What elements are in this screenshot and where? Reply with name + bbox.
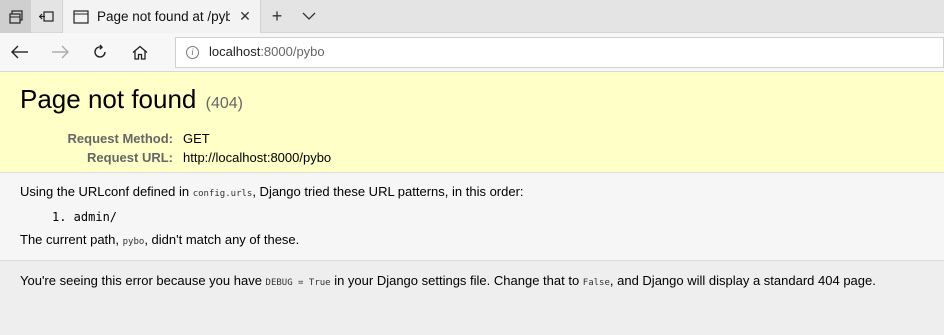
request-url-label: Request URL: — [87, 150, 173, 165]
false-code: False — [582, 278, 610, 288]
expl-part1: You're seeing this error because you hav… — [20, 273, 266, 288]
url-patterns-info: Using the URLconf defined in config.urls… — [0, 173, 944, 261]
home-icon — [132, 45, 148, 60]
urlconf-suffix: , Django tried these URL patterns, in th… — [252, 184, 524, 199]
urlconf-name: config.urls — [192, 189, 253, 199]
tab-bar: Page not found at /pybo ✕ + — [0, 0, 944, 33]
url-rest: :8000/pybo — [260, 44, 325, 59]
path-suffix: , didn't match any of these. — [144, 232, 300, 247]
table-row: Request URL: http://localhost:8000/pybo — [20, 148, 331, 167]
url-host: localhost — [209, 44, 261, 59]
urlconf-prefix: Using the URLconf defined in — [20, 184, 193, 199]
arrow-left-icon — [11, 45, 28, 59]
arrow-right-icon — [52, 45, 69, 59]
address-url: localhost:8000/pybo — [209, 43, 325, 61]
site-info-icon[interactable]: i — [186, 45, 199, 59]
explanation-text: You're seeing this error because you hav… — [20, 272, 924, 292]
back-button[interactable] — [0, 33, 40, 72]
path-prefix: The current path, — [20, 232, 123, 247]
urlconf-text: Using the URLconf defined in config.urls… — [20, 183, 924, 203]
navigation-bar: i localhost:8000/pybo — [0, 33, 944, 72]
chevron-down-icon — [302, 12, 316, 20]
page-title-text: Page not found — [20, 84, 197, 114]
address-bar[interactable]: i localhost:8000/pybo — [175, 36, 944, 68]
tab-active[interactable]: Page not found at /pybo ✕ — [62, 0, 261, 33]
request-meta-table: Request Method: GET Request URL: http://… — [20, 129, 332, 167]
request-method-value: GET — [183, 131, 210, 146]
current-path-text: The current path, pybo, didn't match any… — [20, 231, 924, 251]
list-item: 1. admin/ — [52, 210, 118, 224]
debug-code: DEBUG = True — [265, 278, 331, 288]
tab-preview-button[interactable] — [293, 0, 325, 32]
refresh-button[interactable] — [80, 33, 120, 72]
debug-explanation: You're seeing this error because you hav… — [0, 261, 944, 303]
error-summary: Page not found (404) Request Method: GET… — [0, 72, 944, 173]
tab-switcher-button[interactable] — [0, 0, 31, 33]
request-url-value: http://localhost:8000/pybo — [183, 150, 332, 165]
expl-part2: in your Django settings file. Change tha… — [330, 273, 583, 288]
home-button[interactable] — [120, 33, 160, 72]
forward-button[interactable] — [40, 33, 80, 72]
url-pattern-list: 1. admin/ — [52, 209, 924, 225]
set-tabs-aside-button[interactable] — [31, 0, 62, 33]
new-tab-button[interactable]: + — [261, 0, 293, 32]
tab-switcher-icon — [8, 9, 23, 24]
page-icon — [73, 9, 89, 24]
tabs-aside-icon — [39, 11, 54, 22]
table-row: Request Method: GET — [20, 129, 331, 148]
expl-part3: , and Django will display a standard 404… — [609, 273, 876, 288]
close-tab-icon[interactable]: ✕ — [238, 8, 252, 25]
page-title: Page not found (404) — [20, 84, 924, 119]
plus-icon: + — [271, 5, 283, 26]
request-method-label: Request Method: — [67, 131, 173, 146]
status-code: (404) — [205, 95, 243, 112]
path-value: pybo — [122, 237, 145, 247]
refresh-icon — [94, 44, 106, 58]
tab-title: Page not found at /pybo — [97, 9, 230, 24]
